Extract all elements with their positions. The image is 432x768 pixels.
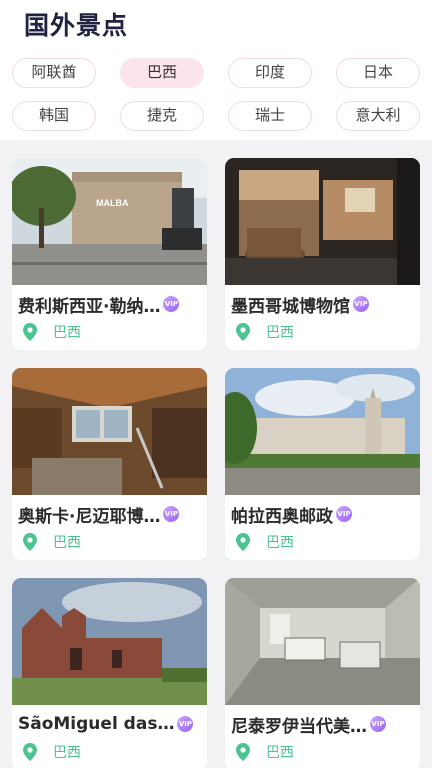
- vip-badge-icon: VIP: [353, 296, 369, 312]
- filter-chip-italy[interactable]: 意大利: [336, 101, 420, 131]
- filter-chip-korea[interactable]: 韩国: [12, 101, 96, 131]
- map-pin-icon: [23, 533, 37, 551]
- attraction-title: 费利斯西亚·勒纳…: [18, 296, 161, 317]
- attraction-location: 巴西: [53, 325, 81, 341]
- attraction-card[interactable]: 尼泰罗伊当代美… VIP 巴西: [225, 578, 420, 768]
- attraction-photo: MALBA: [12, 158, 207, 285]
- attraction-location: 巴西: [53, 745, 81, 761]
- filter-chip-india[interactable]: 印度: [228, 58, 312, 88]
- attraction-location: 巴西: [266, 745, 294, 761]
- attraction-photo: [12, 578, 207, 705]
- attraction-location: 巴西: [53, 535, 81, 551]
- attraction-grid: MALBA 费利斯西亚·勒纳… VIP 巴西 墨西哥城博物馆 VIP 巴西 奥斯…: [0, 140, 432, 768]
- map-pin-icon: [23, 743, 37, 761]
- attraction-photo: [225, 578, 420, 705]
- page-title: 国外景点: [24, 11, 129, 40]
- map-pin-icon: [236, 323, 250, 341]
- vip-badge-icon: VIP: [163, 296, 180, 312]
- filter-chip-brazil[interactable]: 巴西: [120, 58, 204, 88]
- attraction-location: 巴西: [266, 535, 294, 551]
- filter-chip-switzerland[interactable]: 瑞士: [228, 101, 312, 131]
- vip-badge-icon: VIP: [336, 506, 352, 522]
- attraction-photo: [225, 158, 420, 285]
- attraction-card[interactable]: 奥斯卡·尼迈耶博… VIP 巴西: [12, 368, 207, 560]
- attraction-photo: [12, 368, 207, 495]
- attraction-card[interactable]: 墨西哥城博物馆 VIP 巴西: [225, 158, 420, 350]
- attraction-photo: [225, 368, 420, 495]
- attraction-title: 帕拉西奥邮政: [231, 506, 333, 527]
- attraction-card[interactable]: 帕拉西奥邮政 VIP 巴西: [225, 368, 420, 560]
- attraction-card[interactable]: SãoMiguel das… VIP 巴西: [12, 578, 207, 768]
- vip-badge-icon: VIP: [370, 716, 386, 732]
- attraction-location: 巴西: [266, 325, 294, 341]
- vip-badge-icon: VIP: [163, 506, 180, 522]
- filter-chip-uae[interactable]: 阿联酋: [12, 58, 96, 88]
- attraction-title: 墨西哥城博物馆: [231, 296, 350, 317]
- attraction-card[interactable]: MALBA 费利斯西亚·勒纳… VIP 巴西: [12, 158, 207, 350]
- filter-chip-japan[interactable]: 日本: [336, 58, 420, 88]
- attraction-title: 奥斯卡·尼迈耶博…: [18, 506, 161, 527]
- map-pin-icon: [23, 323, 37, 341]
- attraction-title: 尼泰罗伊当代美…: [231, 716, 367, 737]
- building-sign: MALBA: [96, 198, 129, 208]
- vip-badge-icon: VIP: [177, 716, 194, 732]
- map-pin-icon: [236, 743, 250, 761]
- attraction-title: SãoMiguel das…: [18, 714, 175, 734]
- map-pin-icon: [236, 533, 250, 551]
- filter-chip-czech[interactable]: 捷克: [120, 101, 204, 131]
